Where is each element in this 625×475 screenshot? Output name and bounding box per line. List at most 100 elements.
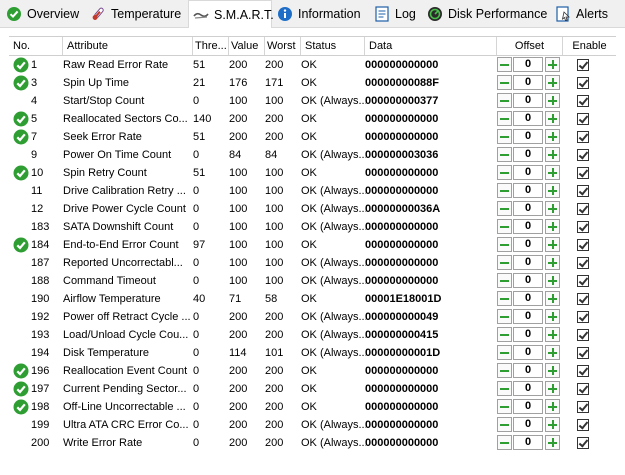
offset-input[interactable]: 0 (513, 273, 543, 288)
table-row[interactable]: 184 End-to-End Error Count 97 100 100 OK 00000… (9, 236, 616, 254)
enable-checkbox[interactable] (577, 239, 589, 251)
offset-stepper[interactable]: 0 (497, 75, 562, 91)
offset-stepper[interactable]: 0 (497, 309, 562, 325)
enable-checkbox[interactable] (577, 95, 589, 107)
offset-stepper[interactable]: 0 (497, 183, 562, 199)
enable-checkbox[interactable] (577, 311, 589, 323)
table-row[interactable]: 10 Spin Retry Count 51 100 100 OK 000000000000… (9, 164, 616, 182)
offset-decrement-button[interactable] (497, 147, 512, 162)
col-header-worst[interactable]: Worst (265, 37, 301, 55)
offset-stepper[interactable]: 0 (497, 57, 562, 73)
enable-checkbox[interactable] (577, 167, 589, 179)
offset-stepper[interactable]: 0 (497, 345, 562, 361)
offset-increment-button[interactable] (545, 93, 560, 108)
table-row[interactable]: 190 Airflow Temperature 40 71 58 OK 00001E1800… (9, 290, 616, 308)
enable-checkbox[interactable] (577, 401, 589, 413)
offset-decrement-button[interactable] (497, 435, 512, 450)
offset-stepper[interactable]: 0 (497, 381, 562, 397)
tab-smart[interactable]: S.M.A.R.T. (188, 0, 274, 28)
offset-input[interactable]: 0 (513, 237, 543, 252)
offset-increment-button[interactable] (545, 345, 560, 360)
offset-decrement-button[interactable] (497, 183, 512, 198)
offset-stepper[interactable]: 0 (497, 111, 562, 127)
table-row[interactable]: 7 Seek Error Rate 51 200 200 OK 000000000000 0 (9, 128, 616, 146)
offset-decrement-button[interactable] (497, 165, 512, 180)
col-header-threshold[interactable]: Thre... (193, 37, 229, 55)
offset-input[interactable]: 0 (513, 363, 543, 378)
offset-decrement-button[interactable] (497, 309, 512, 324)
tab-disk-performance[interactable]: Disk Performance (423, 2, 549, 26)
offset-input[interactable]: 0 (513, 345, 543, 360)
offset-input[interactable]: 0 (513, 417, 543, 432)
offset-increment-button[interactable] (545, 381, 560, 396)
offset-increment-button[interactable] (545, 147, 560, 162)
offset-decrement-button[interactable] (497, 345, 512, 360)
offset-decrement-button[interactable] (497, 255, 512, 270)
offset-input[interactable]: 0 (513, 201, 543, 216)
offset-stepper[interactable]: 0 (497, 363, 562, 379)
offset-stepper[interactable]: 0 (497, 201, 562, 217)
offset-increment-button[interactable] (545, 399, 560, 414)
offset-increment-button[interactable] (545, 75, 560, 90)
enable-checkbox[interactable] (577, 113, 589, 125)
offset-increment-button[interactable] (545, 435, 560, 450)
offset-stepper[interactable]: 0 (497, 273, 562, 289)
offset-decrement-button[interactable] (497, 219, 512, 234)
tab-log[interactable]: Log (370, 2, 420, 26)
offset-increment-button[interactable] (545, 129, 560, 144)
offset-increment-button[interactable] (545, 183, 560, 198)
enable-checkbox[interactable] (577, 329, 589, 341)
offset-stepper[interactable]: 0 (497, 237, 562, 253)
tab-alerts[interactable]: Alerts (551, 2, 617, 26)
offset-decrement-button[interactable] (497, 93, 512, 108)
table-row[interactable]: 12 Drive Power Cycle Count 0 100 100 OK (Alwa… (9, 200, 616, 218)
offset-decrement-button[interactable] (497, 363, 512, 378)
offset-increment-button[interactable] (545, 219, 560, 234)
offset-input[interactable]: 0 (513, 93, 543, 108)
offset-increment-button[interactable] (545, 255, 560, 270)
tab-overview[interactable]: Overview (2, 2, 82, 26)
table-row[interactable]: 183 SATA Downshift Count 0 100 100 OK (Always… (9, 218, 616, 236)
offset-stepper[interactable]: 0 (497, 255, 562, 271)
offset-increment-button[interactable] (545, 327, 560, 342)
enable-checkbox[interactable] (577, 293, 589, 305)
offset-input[interactable]: 0 (513, 165, 543, 180)
offset-input[interactable]: 0 (513, 183, 543, 198)
enable-checkbox[interactable] (577, 149, 589, 161)
table-row[interactable]: 197 Current Pending Sector... 0 200 200 OK 000… (9, 380, 616, 398)
offset-input[interactable]: 0 (513, 129, 543, 144)
offset-decrement-button[interactable] (497, 57, 512, 72)
table-row[interactable]: 199 Ultra ATA CRC Error Co... 0 200 200 OK (A… (9, 416, 616, 434)
offset-decrement-button[interactable] (497, 291, 512, 306)
offset-stepper[interactable]: 0 (497, 93, 562, 109)
col-header-data[interactable]: Data (365, 37, 497, 55)
offset-input[interactable]: 0 (513, 381, 543, 396)
table-row[interactable]: 3 Spin Up Time 21 176 171 OK 00000000088F 0 (9, 74, 616, 92)
enable-checkbox[interactable] (577, 203, 589, 215)
col-header-no[interactable]: No. (9, 37, 63, 55)
offset-stepper[interactable]: 0 (497, 291, 562, 307)
offset-increment-button[interactable] (545, 417, 560, 432)
enable-checkbox[interactable] (577, 131, 589, 143)
table-row[interactable]: 198 Off-Line Uncorrectable ... 0 200 200 OK 00… (9, 398, 616, 416)
table-row[interactable]: 196 Reallocation Event Count 0 200 200 OK 0000… (9, 362, 616, 380)
offset-stepper[interactable]: 0 (497, 417, 562, 433)
offset-increment-button[interactable] (545, 237, 560, 252)
table-row[interactable]: 9 Power On Time Count 0 84 84 OK (Always... 00… (9, 146, 616, 164)
offset-input[interactable]: 0 (513, 291, 543, 306)
enable-checkbox[interactable] (577, 275, 589, 287)
offset-stepper[interactable]: 0 (497, 165, 562, 181)
table-row[interactable]: 192 Power off Retract Cycle ... 0 200 200 OK … (9, 308, 616, 326)
offset-increment-button[interactable] (545, 57, 560, 72)
offset-input[interactable]: 0 (513, 309, 543, 324)
table-row[interactable]: 5 Reallocated Sectors Co... 140 200 200 OK 000… (9, 110, 616, 128)
offset-decrement-button[interactable] (497, 273, 512, 288)
enable-checkbox[interactable] (577, 365, 589, 377)
offset-stepper[interactable]: 0 (497, 327, 562, 343)
enable-checkbox[interactable] (577, 437, 589, 449)
table-row[interactable]: 188 Command Timeout 0 100 100 OK (Always... 00… (9, 272, 616, 290)
enable-checkbox[interactable] (577, 419, 589, 431)
tab-information[interactable]: Information (273, 2, 365, 26)
offset-increment-button[interactable] (545, 363, 560, 378)
offset-decrement-button[interactable] (497, 381, 512, 396)
